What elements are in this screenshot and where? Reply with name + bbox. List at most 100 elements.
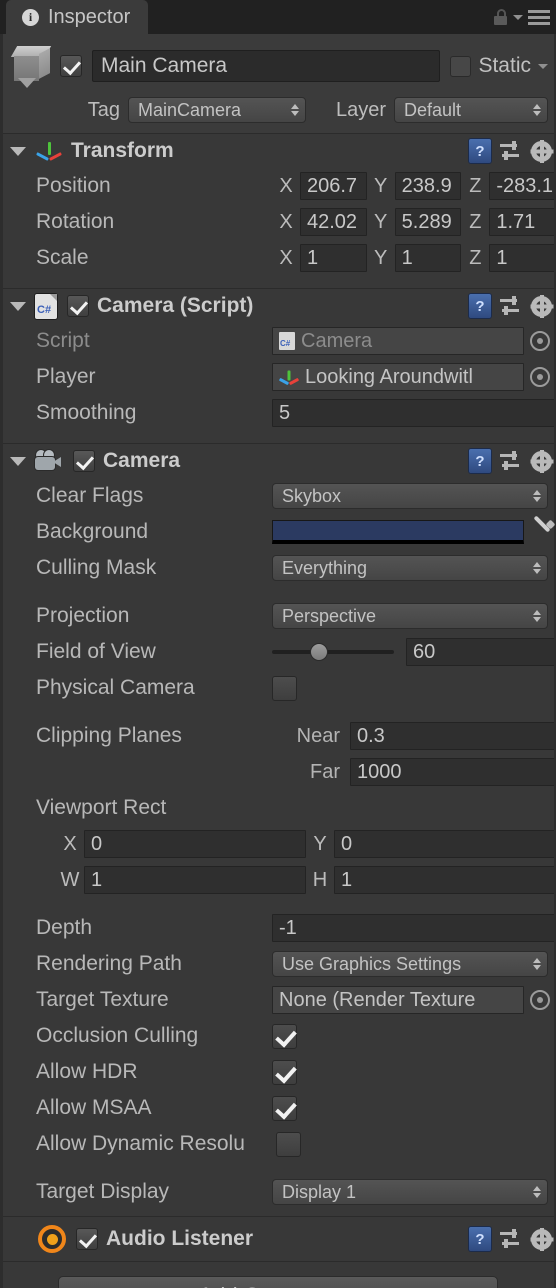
help-book-icon[interactable]: ? — [469, 1227, 491, 1251]
culling-mask-dropdown[interactable]: Everything — [272, 555, 548, 581]
gameobject-name-input[interactable]: Main Camera — [92, 50, 441, 82]
projection-label: Projection — [36, 604, 130, 627]
smoothing-input[interactable]: 5 — [272, 399, 556, 427]
rotation-x-input[interactable]: 42.02 — [300, 208, 367, 236]
slider-knob[interactable] — [309, 643, 328, 661]
hamburger-menu-icon[interactable] — [528, 9, 550, 25]
clipping-planes-label: Clipping Planes — [36, 724, 182, 747]
static-toggle-group[interactable]: Static — [450, 54, 548, 78]
position-x-input[interactable]: 206.7 — [300, 172, 367, 200]
allow-msaa-checkbox[interactable] — [272, 1095, 297, 1121]
depth-input[interactable]: -1 — [272, 914, 556, 942]
allow-hdr-label: Allow HDR — [36, 1060, 138, 1083]
inspector-window: i Inspector Main Camera Static Tag MainC… — [0, 0, 556, 1288]
tag-dropdown[interactable]: MainCamera — [128, 97, 306, 123]
rotation-y-input[interactable]: 5.289 — [394, 208, 462, 236]
gameobject-enabled-checkbox[interactable] — [60, 55, 82, 77]
tab-inspector[interactable]: i Inspector — [6, 0, 149, 34]
settings-gear-icon[interactable] — [531, 1227, 552, 1251]
preset-sliders-icon[interactable] — [500, 1229, 522, 1249]
transform-header[interactable]: Transform ? — [0, 134, 556, 168]
cube-icon[interactable] — [10, 44, 56, 88]
layer-stepper-icon — [533, 104, 541, 116]
script-object-field[interactable]: C# Camera — [272, 327, 524, 355]
physical-camera-label: Physical Camera — [36, 676, 195, 699]
background-row: Background — [0, 514, 556, 550]
target-display-dropdown[interactable]: Display 1 — [272, 1179, 548, 1205]
allow-dynamic-resolution-checkbox[interactable] — [276, 1131, 301, 1157]
preset-sliders-icon[interactable] — [500, 141, 522, 161]
near-input[interactable]: 0.3 — [350, 722, 556, 750]
csharp-script-icon: C# — [35, 293, 57, 319]
tab-inspector-label: Inspector — [48, 5, 131, 28]
settings-gear-icon[interactable] — [531, 294, 552, 318]
field-of-view-input[interactable]: 60 — [406, 638, 556, 666]
object-picker-icon[interactable] — [530, 331, 550, 351]
target-texture-value: None (Render Texture — [279, 988, 476, 1011]
scale-x-input[interactable]: 1 — [300, 244, 367, 272]
lock-icon[interactable] — [494, 9, 508, 25]
foldout-triangle-icon[interactable] — [10, 146, 26, 156]
object-picker-icon[interactable] — [530, 990, 550, 1010]
field-of-view-slider[interactable] — [272, 643, 394, 661]
rotation-z-input[interactable]: 1.71 — [489, 208, 556, 236]
viewport-h-label: H — [312, 868, 328, 891]
eyedropper-icon[interactable] — [530, 515, 556, 544]
camera-script-header[interactable]: C# Camera (Script) ? — [0, 289, 556, 323]
player-row: Player Looking Aroundwitl — [0, 359, 556, 395]
transform-position-row: Position X 206.7 Y 238.9 Z -283.1 — [0, 168, 556, 204]
object-picker-icon[interactable] — [530, 367, 550, 387]
occlusion-culling-checkbox[interactable] — [272, 1023, 297, 1049]
viewport-w-input[interactable]: 1 — [84, 866, 306, 894]
viewport-rect-row: Viewport Rect — [0, 790, 556, 826]
scale-y-input[interactable]: 1 — [394, 244, 462, 272]
projection-dropdown[interactable]: Perspective — [272, 603, 548, 629]
viewport-w-label: W — [60, 868, 80, 891]
camera-header[interactable]: Camera ? — [0, 444, 556, 478]
target-texture-object-field[interactable]: None (Render Texture — [272, 986, 524, 1014]
viewport-y-input[interactable]: 0 — [334, 830, 556, 858]
viewport-x-input[interactable]: 0 — [84, 830, 306, 858]
allow-msaa-label: Allow MSAA — [36, 1096, 152, 1119]
help-book-icon[interactable]: ? — [469, 139, 491, 163]
position-z-input[interactable]: -283.1 — [489, 172, 556, 200]
scale-z-input[interactable]: 1 — [489, 244, 556, 272]
static-dropdown-chevron-icon[interactable] — [538, 63, 548, 69]
camera-script-enabled-checkbox[interactable] — [67, 295, 89, 317]
allow-hdr-checkbox[interactable] — [272, 1059, 297, 1085]
help-book-icon[interactable]: ? — [469, 449, 491, 473]
preset-sliders-icon[interactable] — [500, 451, 522, 471]
target-display-value: Display 1 — [282, 1181, 357, 1202]
foldout-triangle-icon[interactable] — [10, 301, 26, 311]
camera-enabled-checkbox[interactable] — [73, 450, 95, 472]
culling-mask-label: Culling Mask — [36, 556, 157, 579]
settings-gear-icon[interactable] — [531, 449, 552, 473]
help-book-icon[interactable]: ? — [469, 294, 491, 318]
target-texture-row: Target Texture None (Render Texture — [0, 982, 556, 1018]
chevron-down-icon[interactable] — [513, 14, 523, 20]
clear-flags-dropdown[interactable]: Skybox — [272, 483, 548, 509]
layer-dropdown[interactable]: Default — [394, 97, 548, 123]
allow-hdr-row: Allow HDR — [0, 1054, 556, 1090]
add-component-button[interactable]: Add Component — [58, 1276, 498, 1288]
audio-listener-enabled-checkbox[interactable] — [76, 1228, 98, 1250]
preset-sliders-icon[interactable] — [500, 296, 522, 316]
settings-gear-icon[interactable] — [531, 139, 552, 163]
background-color-swatch[interactable] — [272, 520, 524, 544]
physical-camera-checkbox[interactable] — [272, 675, 297, 701]
component-camera: Camera ? Clear Flags Skybox Background C… — [0, 444, 556, 1217]
projection-row: Projection Perspective — [0, 598, 556, 634]
audio-listener-header[interactable]: Audio Listener ? — [0, 1217, 556, 1261]
script-value: Camera — [301, 329, 373, 352]
far-input[interactable]: 1000 — [350, 758, 556, 786]
clipping-planes-far-row: Far 1000 — [0, 754, 556, 790]
player-object-field[interactable]: Looking Aroundwitl — [272, 363, 524, 391]
viewport-h-input[interactable]: 1 — [334, 866, 556, 894]
position-y-input[interactable]: 238.9 — [394, 172, 462, 200]
foldout-triangle-icon[interactable] — [10, 456, 26, 466]
info-icon: i — [22, 8, 39, 26]
static-checkbox[interactable] — [450, 55, 472, 77]
rendering-path-dropdown[interactable]: Use Graphics Settings — [272, 951, 548, 977]
component-audio-listener: Audio Listener ? — [0, 1217, 556, 1262]
layer-label: Layer — [335, 98, 386, 121]
